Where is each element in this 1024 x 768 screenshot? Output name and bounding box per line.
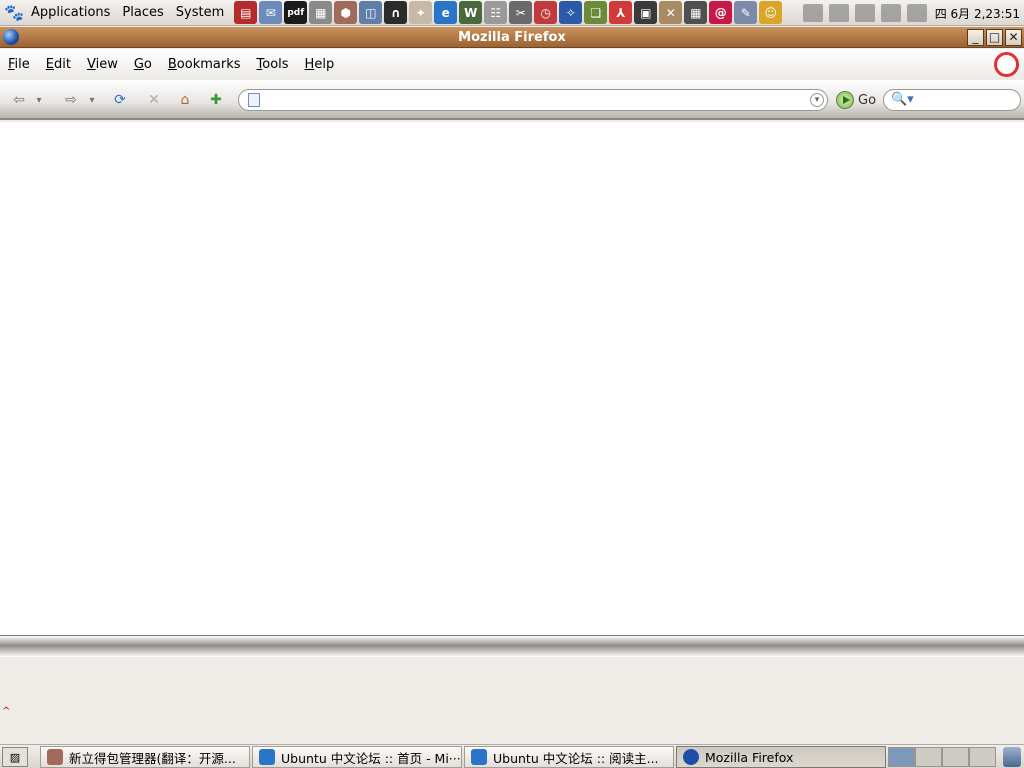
spreadsheet-icon[interactable]: ☷ <box>484 1 508 24</box>
system-tray: 四 6月 2,23:51 <box>797 0 1024 26</box>
taskbar-item-label: Mozilla Firefox <box>705 749 794 765</box>
menu-go[interactable]: Go <box>126 57 160 72</box>
workspace-switcher <box>888 747 996 767</box>
navigation-toolbar: ⇦ ▾ ⇨ ▾ ⟳ ✕ ⌂ ✚ ▾ Go 🔍▾ <box>0 80 1024 120</box>
maximize-button[interactable]: □ <box>986 29 1003 46</box>
compass-icon[interactable]: ✎ <box>734 1 758 24</box>
chevron-down-icon: ▾ <box>36 94 42 106</box>
back-button[interactable]: ⇦ <box>8 90 30 110</box>
window-titlebar[interactable]: Mozilla Firefox _ □ ✕ <box>0 27 1024 48</box>
printer-icon[interactable] <box>802 4 823 22</box>
status-caret: ^ <box>2 706 11 717</box>
firefox-icon <box>683 749 699 765</box>
minimize-button[interactable]: _ <box>967 29 984 46</box>
url-dropdown-icon[interactable]: ▾ <box>810 93 824 107</box>
gimp-icon[interactable]: ✕ <box>659 1 683 24</box>
synaptic-icon <box>47 749 63 765</box>
page-content[interactable] <box>0 122 1024 635</box>
menu-bookmarks[interactable]: Bookmarks <box>160 57 249 72</box>
monitor-icon[interactable]: W <box>459 1 483 24</box>
taskbar-item-forum-topic[interactable]: Ubuntu 中文论坛 :: 阅读主... <box>464 746 674 768</box>
close-button[interactable]: ✕ <box>1005 29 1022 46</box>
top-panel: 🐾 Applications Places System ▤ ✉ pdf ▦ ⬢ ◫ ∩ ✦ e… <box>0 0 1024 26</box>
forward-history-dropdown[interactable]: ▾ <box>85 90 99 110</box>
back-arrow-icon: ⇦ <box>13 92 25 108</box>
workspace-1[interactable] <box>888 747 915 767</box>
go-arrow-icon <box>836 91 854 109</box>
printer2-icon[interactable] <box>828 4 849 22</box>
calculator-icon[interactable]: ▦ <box>684 1 708 24</box>
menu-help[interactable]: Help <box>297 57 343 72</box>
home-icon: ⌂ <box>180 92 190 108</box>
clock[interactable]: 四 6月 2,23:51 <box>935 5 1020 22</box>
url-bar[interactable]: ▾ <box>238 89 828 111</box>
show-desktop-button[interactable]: ▨ <box>2 747 28 767</box>
reload-button[interactable]: ⟳ <box>109 90 131 110</box>
book-icon[interactable]: ❏ <box>584 1 608 24</box>
menu-view[interactable]: View <box>79 57 126 72</box>
taskbar-item-label: Ubuntu 中文论坛 :: 首页 - Mi··· <box>281 750 461 766</box>
pdf-icon[interactable]: pdf <box>284 1 308 24</box>
power-icon[interactable] <box>880 4 901 22</box>
forward-button[interactable]: ⇨ <box>60 90 82 110</box>
system-menu[interactable]: System <box>170 0 230 26</box>
page-icon <box>248 93 260 107</box>
ie-icon <box>259 749 275 765</box>
menu-tools[interactable]: Tools <box>249 57 297 72</box>
home-button[interactable]: ⌂ <box>174 90 196 110</box>
applications-menu[interactable]: Applications <box>25 0 116 26</box>
ie-icon[interactable]: e <box>434 1 458 24</box>
mail-icon[interactable]: ✉ <box>259 1 283 24</box>
ie-icon <box>471 749 487 765</box>
launcher-bar: ▤ ✉ pdf ▦ ⬢ ◫ ∩ ✦ e W ☷ ✂ ◷ ✧ ❏ ⅄ ▣ ✕ ▦ @ ✎ ☺ <box>234 1 784 24</box>
throbber-icon[interactable] <box>994 52 1019 77</box>
menubar: File Edit View Go Bookmarks Tools Help <box>0 49 1024 79</box>
reload-icon: ⟳ <box>114 92 126 108</box>
network-icon[interactable] <box>854 4 875 22</box>
window-title: Mozilla Firefox <box>458 30 566 45</box>
trash-icon[interactable] <box>1003 747 1021 767</box>
chevron-down-icon: ▾ <box>89 94 95 106</box>
bottom-panel: ▨ 新立得包管理器(翻译：开源... Ubuntu 中文论坛 :: 首页 - M… <box>0 744 1024 768</box>
tool-icon[interactable]: ✂ <box>509 1 533 24</box>
gnome-foot-icon[interactable]: 🐾 <box>3 2 25 24</box>
wizard-icon[interactable]: ✧ <box>559 1 583 24</box>
places-menu[interactable]: Places <box>116 0 169 26</box>
plus-icon: ✚ <box>210 92 222 108</box>
taskbar-item-forum-home[interactable]: Ubuntu 中文论坛 :: 首页 - Mi··· <box>252 746 462 768</box>
taskbar-item-firefox[interactable]: Mozilla Firefox <box>676 746 886 768</box>
workspace-4[interactable] <box>969 747 996 767</box>
messenger-icon[interactable]: ☺ <box>759 1 783 24</box>
package-icon[interactable]: ⬢ <box>334 1 358 24</box>
taskbar-item-synaptic[interactable]: 新立得包管理器(翻译：开源... <box>40 746 250 768</box>
taskbar-item-label: 新立得包管理器(翻译：开源... <box>69 750 236 766</box>
forward-arrow-icon: ⇨ <box>65 92 77 108</box>
menu-edit[interactable]: Edit <box>38 57 79 72</box>
clock-icon[interactable]: ◷ <box>534 1 558 24</box>
go-label: Go <box>858 92 877 108</box>
screenshot-icon[interactable]: ◫ <box>359 1 383 24</box>
cabinet-icon[interactable]: ▦ <box>309 1 333 24</box>
taskbar-item-label: Ubuntu 中文论坛 :: 阅读主... <box>493 750 659 766</box>
stop-button[interactable]: ✕ <box>143 90 165 110</box>
media-icon[interactable]: ✦ <box>409 1 433 24</box>
debian-icon[interactable]: @ <box>709 1 733 24</box>
console-icon[interactable]: ▣ <box>634 1 658 24</box>
workspace-3[interactable] <box>942 747 969 767</box>
books-icon[interactable]: ▤ <box>234 1 258 24</box>
acrobat-icon[interactable]: ⅄ <box>609 1 633 24</box>
stop-icon: ✕ <box>148 92 160 108</box>
search-icon[interactable]: 🔍▾ <box>891 92 914 107</box>
desktop-icon: ▨ <box>9 750 21 764</box>
toolbar-separator <box>0 635 1024 657</box>
search-bar[interactable]: 🔍▾ <box>883 89 1021 111</box>
workspace-2[interactable] <box>915 747 942 767</box>
new-tab-button[interactable]: ✚ <box>205 90 227 110</box>
terminal-dark-icon[interactable]: ∩ <box>384 1 408 24</box>
back-history-dropdown[interactable]: ▾ <box>32 90 46 110</box>
volume-icon[interactable] <box>906 4 927 22</box>
go-button[interactable]: Go <box>836 91 876 109</box>
menu-file[interactable]: File <box>0 57 38 72</box>
status-area <box>0 657 1024 743</box>
